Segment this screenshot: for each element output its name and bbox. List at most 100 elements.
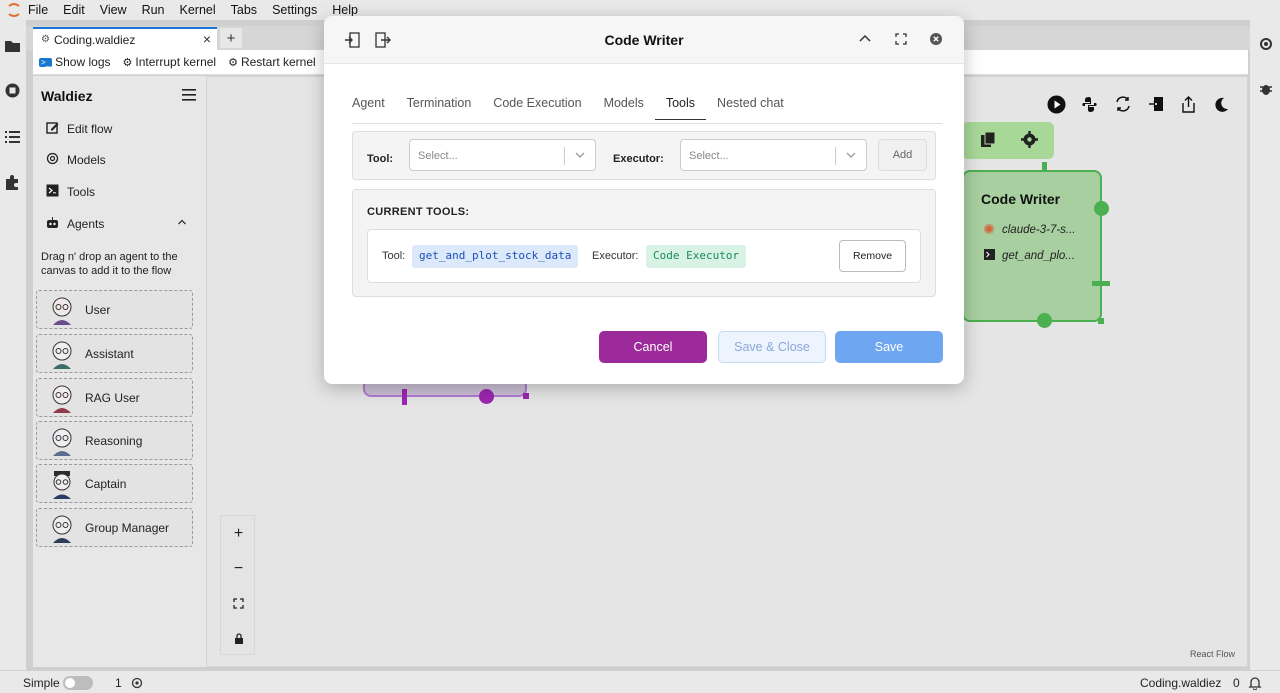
tool-select-placeholder: Select...	[418, 150, 458, 162]
new-tab-button[interactable]: +	[220, 28, 242, 48]
group-manager-avatar-icon	[52, 515, 72, 543]
sidebar-item-label: Tools	[67, 185, 96, 199]
show-logs-button[interactable]: >_ Show logs	[39, 55, 111, 69]
zoom-in-button[interactable]: +	[221, 516, 256, 551]
gear-icon: ⚙	[228, 56, 238, 69]
import-button[interactable]	[1139, 92, 1172, 116]
edit-icon	[45, 121, 59, 137]
menu-help[interactable]: Help	[332, 3, 358, 17]
cancel-button[interactable]: Cancel	[599, 331, 707, 363]
agent-card-assistant[interactable]: Assistant	[36, 334, 193, 373]
running-icon[interactable]	[4, 82, 21, 99]
copy-icon[interactable]	[980, 131, 996, 151]
tab-nested-chat[interactable]: Nested chat	[706, 96, 795, 120]
rag-user-avatar-icon	[52, 385, 72, 413]
sidebar-item-agents[interactable]: Agents	[45, 216, 187, 232]
remove-tool-button[interactable]: Remove	[839, 240, 906, 272]
agent-card-user[interactable]: User	[36, 290, 193, 329]
lock-button[interactable]	[221, 621, 256, 656]
gear-icon: ⚙	[122, 56, 133, 69]
node-right-handle[interactable]	[1094, 201, 1109, 216]
current-tools-title: CURRENT TOOLS:	[367, 206, 470, 218]
save-button[interactable]: Save	[835, 331, 943, 363]
convert-button[interactable]	[1106, 92, 1139, 116]
sidebar-item-label: Models	[67, 153, 106, 167]
user-node-bottom-handle[interactable]	[479, 389, 494, 404]
restart-kernel-button[interactable]: ⚙ Restart kernel	[228, 55, 316, 69]
agent-card-label: Group Manager	[85, 520, 170, 535]
left-activity-bar	[0, 20, 26, 670]
folder-icon[interactable]	[4, 37, 21, 54]
current-tool-label: Tool:	[382, 250, 406, 262]
node-resize-handle[interactable]	[1098, 318, 1104, 324]
reasoning-avatar-icon	[52, 428, 72, 456]
node-toolbar	[962, 122, 1054, 159]
node-tool-label: get_and_plo...	[1002, 250, 1075, 262]
menu-run[interactable]: Run	[142, 3, 165, 17]
tab-code-execution[interactable]: Code Execution	[482, 96, 592, 120]
menu-edit[interactable]: Edit	[63, 3, 85, 17]
right-activity-bar	[1250, 20, 1280, 670]
theme-toggle-button[interactable]	[1205, 92, 1238, 116]
fit-view-icon	[233, 598, 244, 609]
tab-termination[interactable]: Termination	[396, 96, 483, 120]
save-and-close-button[interactable]: Save & Close	[718, 331, 826, 363]
agent-card-reasoning[interactable]: Reasoning	[36, 421, 193, 460]
sidebar-item-edit-flow[interactable]: Edit flow	[45, 121, 112, 137]
run-flow-button[interactable]	[1040, 92, 1073, 116]
share-icon	[1182, 95, 1195, 113]
interrupt-kernel-button[interactable]: ⚙ Interrupt kernel	[123, 55, 217, 69]
toc-icon[interactable]	[4, 128, 21, 145]
executor-select[interactable]: Select...	[680, 139, 867, 171]
jupyter-logo-icon	[0, 0, 28, 20]
menu-settings[interactable]: Settings	[272, 3, 317, 17]
menu-kernel[interactable]: Kernel	[180, 3, 216, 17]
sidebar-item-tools[interactable]: Tools	[45, 184, 95, 200]
share-button[interactable]	[1172, 92, 1205, 116]
tab-agent[interactable]: Agent	[352, 96, 396, 120]
kernel-status-icon[interactable]	[131, 677, 143, 692]
bell-icon[interactable]	[1248, 676, 1262, 693]
debugger-icon[interactable]	[1258, 81, 1274, 100]
menu-view[interactable]: View	[100, 3, 127, 17]
waldiez-file-icon: ⚙	[41, 34, 50, 45]
close-icon[interactable]: ×	[203, 31, 211, 47]
fit-view-button[interactable]	[221, 586, 256, 621]
property-inspector-icon[interactable]	[1258, 36, 1274, 55]
node-model-label: claude-3-7-s...	[1002, 223, 1076, 236]
export-python-button[interactable]	[1073, 92, 1106, 116]
fullscreen-icon[interactable]	[894, 32, 910, 48]
modal-tabs: Agent Termination Code Execution Models …	[352, 96, 795, 120]
play-icon	[1047, 95, 1066, 113]
menu-tabs[interactable]: Tabs	[231, 3, 257, 17]
react-flow-attribution[interactable]: React Flow	[1190, 649, 1235, 659]
moon-icon	[1215, 97, 1228, 112]
hamburger-menu-icon[interactable]	[182, 88, 196, 105]
chevron-up-icon[interactable]	[858, 32, 874, 48]
zoom-out-button[interactable]: −	[221, 551, 256, 586]
close-icon[interactable]	[929, 32, 945, 48]
extension-icon[interactable]	[4, 174, 21, 191]
chevron-up-icon[interactable]	[177, 216, 187, 230]
user-node-handle-bar[interactable]	[402, 389, 407, 405]
tab-tools[interactable]: Tools	[654, 96, 707, 120]
restart-kernel-label: Restart kernel	[240, 55, 316, 69]
agent-card-rag-user[interactable]: RAG User	[36, 378, 193, 417]
tab-models[interactable]: Models	[593, 96, 655, 120]
terminal-count[interactable]: 1	[115, 676, 122, 690]
simple-mode-label: Simple	[23, 676, 60, 690]
tool-select[interactable]: Select...	[409, 139, 596, 171]
chevron-down-icon	[846, 152, 856, 158]
notification-count[interactable]: 0	[1233, 676, 1240, 690]
user-node-resize-handle[interactable]	[523, 393, 529, 399]
gear-icon[interactable]	[1021, 131, 1038, 151]
agent-card-group-manager[interactable]: Group Manager	[36, 508, 193, 547]
node-bottom-handle[interactable]	[1037, 313, 1052, 328]
sidebar-item-models[interactable]: Models	[45, 152, 106, 168]
menu-file[interactable]: File	[28, 3, 48, 17]
simple-mode-toggle[interactable]	[63, 676, 93, 690]
add-tool-button[interactable]: Add	[878, 139, 927, 171]
agent-card-captain[interactable]: Captain	[36, 464, 193, 503]
node-right-handle-bar[interactable]	[1092, 281, 1110, 286]
tab-coding-waldiez[interactable]: ⚙ Coding.waldiez ×	[33, 27, 217, 50]
